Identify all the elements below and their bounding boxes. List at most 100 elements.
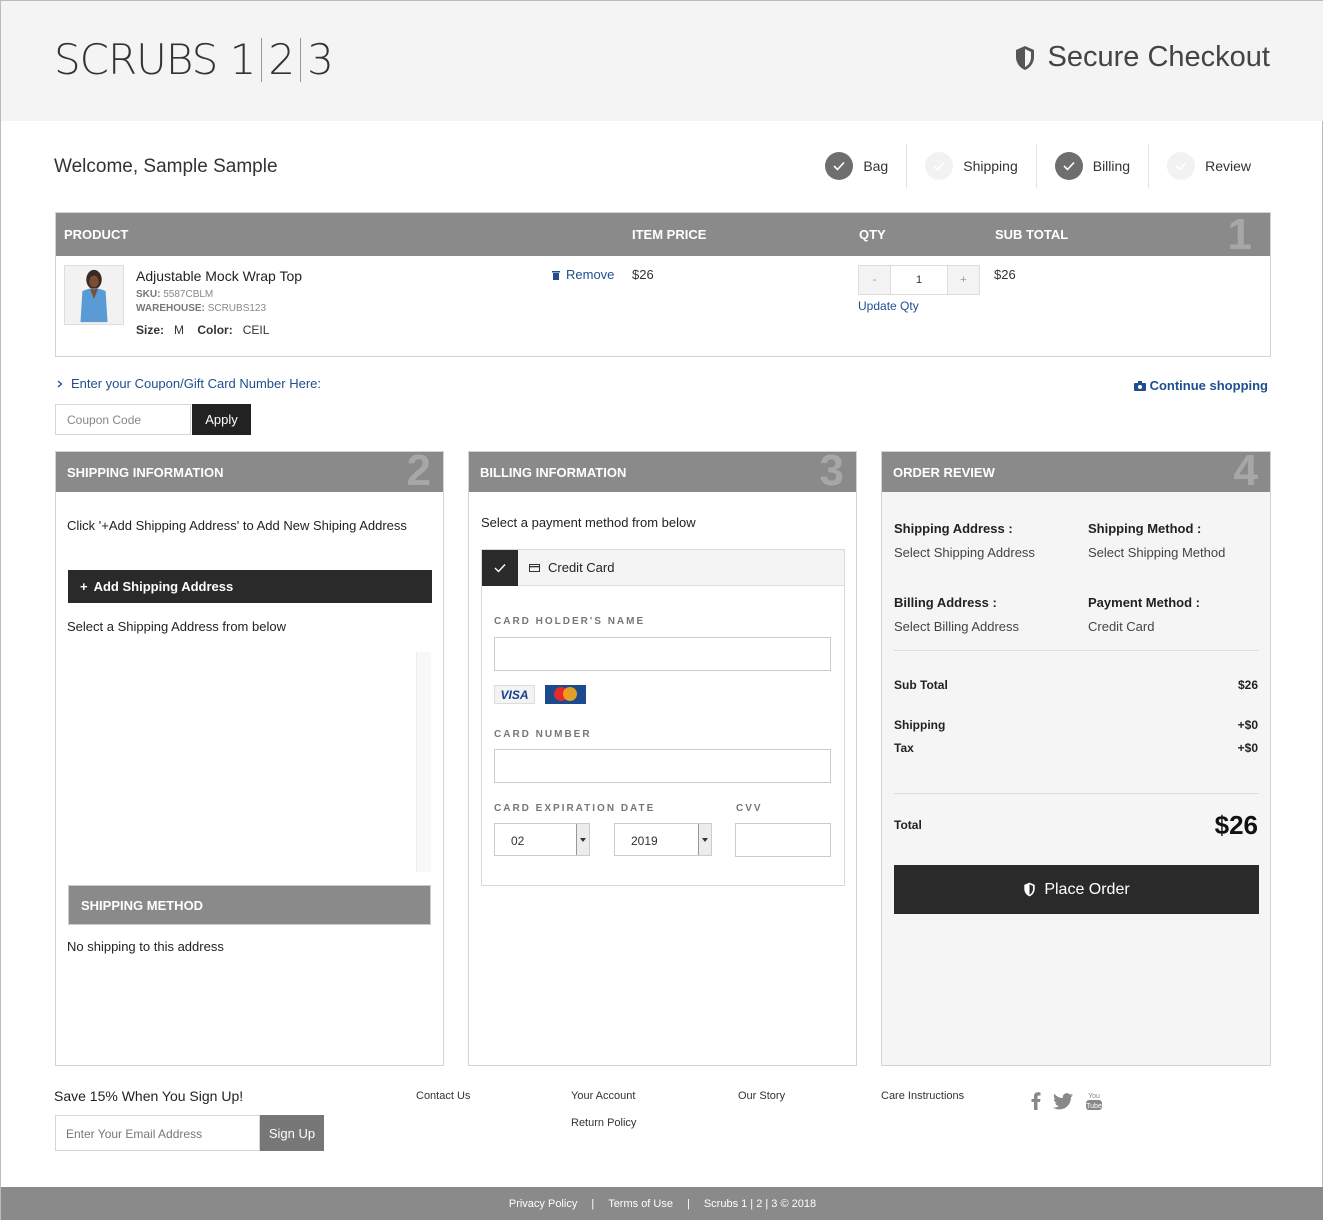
payment-method-value: Credit Card [1088, 619, 1155, 634]
exp-month-select[interactable]: 02 [494, 823, 590, 856]
credit-card-text: Credit Card [548, 560, 615, 575]
product-warehouse: WAREHOUSE: SCRUBS123 [136, 303, 266, 314]
step-check-icon [1167, 152, 1196, 180]
sku-label: SKU: [136, 289, 161, 300]
email-field[interactable]: Enter Your Email Address [55, 1115, 260, 1151]
cart-table: PRODUCT ITEM PRICE QTY SUB TOTAL 1 Adjus… [55, 210, 1271, 357]
shield-icon [1024, 882, 1036, 897]
total-value: $26 [1214, 810, 1258, 840]
camera-icon [1133, 380, 1146, 391]
remove-label: Remove [566, 267, 615, 282]
billing-panel: BILLING INFORMATION 3 Select a payment m… [468, 446, 857, 1066]
qty-increase-button[interactable]: + [947, 265, 980, 295]
warehouse-label: WAREHOUSE: [136, 303, 205, 314]
total-label: Total [894, 818, 922, 832]
column-qty: QTY [859, 227, 886, 242]
place-order-button[interactable]: Place Order [894, 865, 1259, 914]
check-icon [482, 549, 518, 586]
brand-logo[interactable]: SCRUBS 1 2 3 [54, 35, 334, 84]
footer-link-story[interactable]: Our Story [738, 1090, 785, 1102]
no-shipping-message: No shipping to this address [67, 939, 224, 954]
sign-up-button[interactable]: Sign Up [260, 1115, 324, 1151]
cvv-input[interactable] [735, 823, 831, 857]
address-list-scrollbar[interactable] [416, 652, 431, 872]
quantity-stepper: - 1 + [858, 265, 980, 295]
welcome-message: Welcome, Sample Sample [54, 156, 278, 177]
footer-link-return[interactable]: Return Policy [571, 1117, 636, 1129]
step-shipping[interactable]: Shipping [906, 144, 1036, 188]
tax-label: Tax [894, 741, 914, 755]
logo-part: 3 [307, 35, 334, 84]
footer-link-contact[interactable]: Contact Us [416, 1090, 470, 1102]
shipping-cost-label: Shipping [894, 718, 946, 732]
place-order-label: Place Order [1044, 880, 1130, 898]
divider [894, 650, 1259, 651]
shipping-title: SHIPPING INFORMATION [67, 465, 224, 480]
twitter-icon[interactable] [1053, 1092, 1073, 1110]
separator: | [591, 1198, 595, 1210]
column-product: PRODUCT [64, 227, 129, 242]
svg-text:Tube: Tube [1086, 1103, 1102, 1110]
card-number-label: CARD NUMBER [494, 729, 592, 740]
tax-value: +$0 [1237, 741, 1258, 755]
section-number: 4 [1233, 446, 1258, 495]
apply-coupon-button[interactable]: Apply [192, 404, 251, 435]
qty-decrease-button[interactable]: - [858, 265, 891, 295]
secure-checkout-label: Secure Checkout [1047, 41, 1270, 73]
exp-year-value: 2019 [631, 834, 658, 848]
card-number-input[interactable] [494, 749, 831, 783]
qty-input[interactable]: 1 [891, 265, 947, 295]
exp-year-select[interactable]: 2019 [614, 823, 712, 856]
plus-icon: + [80, 579, 88, 594]
card-holder-input[interactable] [494, 637, 831, 671]
svg-text:You: You [1088, 1093, 1100, 1100]
shield-icon [1015, 45, 1034, 70]
cvv-label: CVV [736, 803, 763, 814]
bottom-bar: Privacy Policy | Terms of Use | Scrubs 1… [1, 1187, 1323, 1220]
step-review[interactable]: Review [1148, 144, 1269, 188]
column-sub-total: SUB TOTAL [995, 227, 1069, 242]
card-expiry-label: CARD EXPIRATION DATE [494, 803, 656, 814]
shipping-method-value: Select Shipping Method [1088, 545, 1226, 560]
card-logos: VISA [494, 685, 586, 704]
cart-header: PRODUCT ITEM PRICE QTY SUB TOTAL 1 [56, 210, 1270, 259]
coupon-toggle-link[interactable]: Enter your Coupon/Gift Card Number Here: [57, 376, 321, 391]
footer-link-account[interactable]: Your Account [571, 1090, 635, 1102]
subtotal-label: Sub Total [894, 678, 948, 692]
checkout-steps: Bag Shipping Billing Review [807, 144, 1269, 188]
shipping-note: Click '+Add Shipping Address' to Add New… [67, 518, 407, 533]
step-label: Shipping [963, 158, 1018, 174]
product-name[interactable]: Adjustable Mock Wrap Top [136, 268, 302, 284]
facebook-icon[interactable] [1031, 1092, 1041, 1110]
section-number: 2 [406, 446, 431, 495]
card-holder-label: CARD HOLDER'S NAME [494, 616, 646, 627]
update-qty-link[interactable]: Update Qty [858, 299, 919, 313]
coupon-code-input[interactable]: Coupon Code [55, 404, 191, 435]
step-bag[interactable]: Bag [807, 144, 906, 188]
billing-address-value: Select Billing Address [894, 619, 1020, 634]
product-image[interactable] [64, 265, 124, 325]
shipping-panel: SHIPPING INFORMATION 2 Click '+Add Shipp… [55, 446, 444, 1066]
step-check-icon [925, 152, 954, 180]
coupon-link-label: Enter your Coupon/Gift Card Number Here: [71, 376, 321, 391]
header: SCRUBS 1 2 3 Secure Checkout [1, 1, 1323, 121]
step-check-icon [1054, 152, 1083, 180]
remove-item-link[interactable]: Remove [552, 267, 614, 282]
logo-part: SCRUBS 1 [54, 35, 256, 84]
trash-icon [552, 270, 560, 280]
credit-card-option[interactable]: Credit Card [482, 549, 844, 586]
signup-title: Save 15% When You Sign Up! [54, 1088, 244, 1104]
billing-panel-header: BILLING INFORMATION 3 [469, 446, 856, 495]
step-label: Billing [1092, 158, 1131, 174]
terms-of-use-link[interactable]: Terms of Use [608, 1198, 673, 1210]
footer-link-care[interactable]: Care Instructions [881, 1090, 964, 1102]
item-price: $26 [632, 267, 654, 282]
exp-month-value: 02 [511, 834, 525, 848]
continue-shopping-link[interactable]: Continue shopping [1133, 378, 1268, 393]
mastercard-icon [545, 685, 586, 704]
youtube-icon[interactable]: You Tube [1085, 1091, 1103, 1111]
continue-shopping-label: Continue shopping [1149, 378, 1268, 393]
add-shipping-address-button[interactable]: + Add Shipping Address [68, 570, 432, 603]
privacy-policy-link[interactable]: Privacy Policy [509, 1198, 577, 1210]
step-billing[interactable]: Billing [1035, 144, 1148, 188]
